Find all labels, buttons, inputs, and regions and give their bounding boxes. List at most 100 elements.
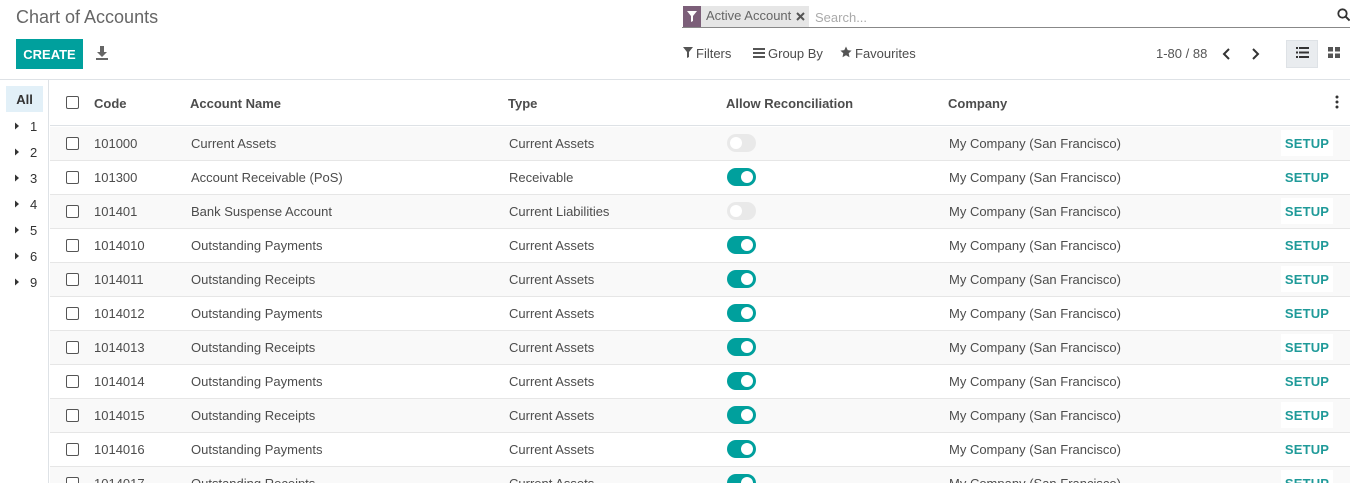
search-facet: Active Account	[683, 6, 810, 27]
search-bar: Active Account	[682, 4, 1350, 28]
setup-button[interactable]: SETUP	[1281, 436, 1333, 462]
cell-code: 1014011	[94, 272, 144, 287]
reconcile-toggle[interactable]	[727, 304, 756, 322]
row-checkbox[interactable]	[66, 273, 79, 286]
toggle-knob	[741, 239, 753, 251]
setup-button[interactable]: SETUP	[1281, 164, 1333, 190]
row-checkbox[interactable]	[66, 409, 79, 422]
setup-button[interactable]: SETUP	[1281, 130, 1333, 156]
reconcile-toggle[interactable]	[727, 440, 756, 458]
column-header-code[interactable]: Code	[94, 96, 127, 111]
row-checkbox[interactable]	[66, 239, 79, 252]
cell-code: 1014012	[94, 306, 145, 321]
reconcile-toggle[interactable]	[727, 202, 756, 220]
reconcile-toggle[interactable]	[727, 406, 756, 424]
cell-account-name: Bank Suspense Account	[191, 204, 332, 219]
setup-button[interactable]: SETUP	[1281, 300, 1333, 326]
reconcile-toggle[interactable]	[727, 372, 756, 390]
cell-type: Current Liabilities	[509, 204, 610, 219]
row-checkbox[interactable]	[66, 477, 79, 483]
column-header-account-name[interactable]: Account Name	[190, 96, 281, 111]
cell-account-name: Outstanding Receipts	[191, 408, 316, 423]
search-icon[interactable]	[1337, 8, 1350, 22]
table-row[interactable]: 1014011 Outstanding Receipts Current Asset…	[50, 263, 1350, 297]
cell-type: Current Assets	[509, 306, 595, 321]
pager-value[interactable]: 1-80 / 88	[1156, 46, 1207, 61]
table-row[interactable]: 101401 Bank Suspense Account Current Liabi…	[50, 195, 1350, 229]
reconcile-toggle[interactable]	[727, 474, 756, 483]
setup-button[interactable]: SETUP	[1281, 334, 1333, 360]
reconcile-toggle[interactable]	[727, 168, 756, 186]
cell-type: Current Assets	[509, 476, 594, 483]
list-view-button[interactable]	[1286, 40, 1318, 68]
cell-account-name: Account Receivable (PoS)	[191, 170, 343, 185]
column-header-company[interactable]: Company	[948, 96, 1007, 111]
cell-company: My Company (San Francisco)	[949, 136, 1121, 151]
cell-code: 1014010	[94, 238, 145, 253]
setup-button[interactable]: SETUP	[1281, 266, 1333, 292]
vertical-dots-icon[interactable]	[1335, 95, 1339, 109]
filters-button[interactable]: Filters	[683, 46, 731, 61]
setup-button[interactable]: SETUP	[1281, 402, 1333, 428]
table-row[interactable]: 101300 Account Receivable (PoS) Receivable…	[50, 161, 1350, 195]
caret-right-icon	[15, 226, 19, 234]
caret-right-icon	[15, 278, 19, 286]
row-checkbox[interactable]	[66, 375, 79, 388]
table-row[interactable]: 101000 Current Assets Current Assets My Com…	[50, 127, 1350, 161]
toggle-knob	[741, 341, 753, 353]
filters-label: Filters	[696, 46, 732, 61]
row-checkbox[interactable]	[66, 443, 79, 456]
row-checkbox[interactable]	[66, 307, 79, 320]
reconcile-toggle[interactable]	[727, 134, 756, 152]
cell-code: 101300	[94, 170, 138, 185]
row-checkbox[interactable]	[66, 341, 79, 354]
cell-type: Current Assets	[509, 408, 595, 423]
group-by-button[interactable]: Group By	[753, 46, 823, 61]
cell-account-name: Outstanding Receipts	[191, 476, 315, 483]
table-row[interactable]: 1014013 Outstanding Receipts Current Asset…	[50, 331, 1350, 365]
table-row[interactable]: 1014010 Outstanding Payments Current Asset…	[50, 229, 1350, 263]
cell-code: 1014017	[94, 476, 145, 483]
search-panel-item[interactable]: 4	[12, 194, 37, 214]
table-row[interactable]: 1014012 Outstanding Payments Current Asset…	[50, 297, 1350, 331]
column-header-allow-reconciliation[interactable]: Allow Reconciliation	[726, 96, 853, 111]
search-panel-item[interactable]: 1	[12, 116, 37, 136]
chevron-right-icon[interactable]	[1248, 46, 1262, 62]
row-checkbox[interactable]	[66, 137, 79, 150]
select-all-checkbox[interactable]	[66, 96, 79, 109]
search-panel-item[interactable]: 2	[12, 142, 37, 162]
table-row[interactable]: 1014015 Outstanding Receipts Current Asset…	[50, 399, 1350, 433]
row-checkbox[interactable]	[66, 205, 79, 218]
search-panel-item[interactable]: 9	[12, 272, 37, 292]
search-panel-all[interactable]: All	[6, 86, 43, 112]
setup-button[interactable]: SETUP	[1281, 470, 1333, 483]
table-row[interactable]: 1014014 Outstanding Payments Current Asset…	[50, 365, 1350, 399]
reconcile-toggle[interactable]	[727, 236, 756, 254]
cell-account-name: Current Assets	[191, 136, 277, 151]
column-header-type[interactable]: Type	[508, 96, 537, 111]
setup-button[interactable]: SETUP	[1281, 368, 1333, 394]
reconcile-toggle[interactable]	[727, 338, 756, 356]
search-panel-item[interactable]: 6	[12, 246, 37, 266]
list-header: Code Account Name Type Allow Reconciliat…	[50, 80, 1350, 126]
download-icon[interactable]	[95, 45, 109, 61]
create-button[interactable]: CREATE	[16, 39, 83, 69]
search-input[interactable]	[815, 7, 1315, 27]
table-row[interactable]: 1014017 Outstanding Receipts Current Asset…	[50, 467, 1350, 483]
table-row[interactable]: 1014016 Outstanding Payments Current Asset…	[50, 433, 1350, 467]
caret-right-icon	[15, 174, 19, 182]
search-panel-item-label: 5	[30, 222, 38, 238]
search-panel-item[interactable]: 5	[12, 220, 37, 240]
cell-type: Current Assets	[509, 272, 595, 287]
setup-button[interactable]: SETUP	[1281, 198, 1333, 224]
kanban-view-button[interactable]	[1318, 40, 1350, 68]
close-icon[interactable]	[795, 6, 809, 27]
row-checkbox[interactable]	[66, 171, 79, 184]
cell-type: Current Assets	[509, 340, 595, 355]
favourites-button[interactable]: Favourites	[840, 46, 916, 61]
chevron-left-icon[interactable]	[1220, 46, 1234, 62]
search-panel-item[interactable]: 3	[12, 168, 37, 188]
setup-button[interactable]: SETUP	[1281, 232, 1333, 258]
list-view: Code Account Name Type Allow Reconciliat…	[50, 80, 1350, 483]
reconcile-toggle[interactable]	[727, 270, 756, 288]
